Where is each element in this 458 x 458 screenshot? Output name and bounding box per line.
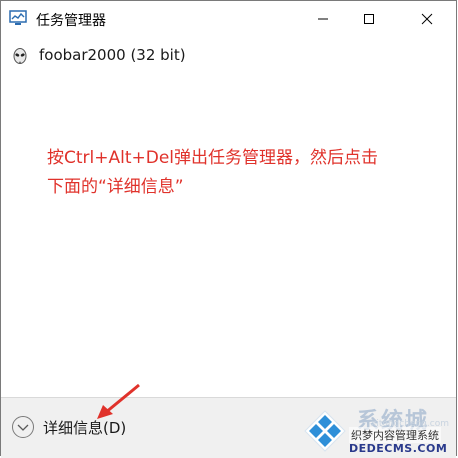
site-watermark: 系统城 xitongcheng.com 织梦内容管理系统 DEDECMS.COM [301, 405, 458, 457]
annotation-line-1: 按Ctrl+Alt+Del弹出任务管理器，然后点击 [47, 148, 379, 168]
minimize-button[interactable] [301, 1, 345, 37]
watermark-cms-text: DEDECMS.COM [349, 442, 448, 455]
window-title: 任务管理器 [36, 13, 106, 29]
process-name: foobar2000 (32 bit) [39, 46, 186, 64]
minimize-icon [318, 18, 328, 20]
maximize-icon [364, 14, 374, 24]
watermark-cn-text: 织梦内容管理系统 [349, 427, 441, 443]
red-pointer-arrow-icon [97, 383, 140, 419]
instruction-annotation: 按Ctrl+Alt+Del弹出任务管理器，然后点击 下面的“详细信息” [47, 144, 427, 202]
maximize-button[interactable] [347, 1, 391, 37]
title-bar[interactable]: 任务管理器 [1, 1, 456, 37]
task-manager-window: 任务管理器 foobar2000 (32 bit) 按Ctrl+Alt+Del弹… [0, 0, 458, 458]
process-list-item[interactable]: foobar2000 (32 bit) [1, 41, 456, 71]
foobar-alien-icon [13, 48, 27, 64]
close-icon [421, 13, 433, 25]
chevron-down-circle-icon [12, 416, 34, 438]
windows-logo-icon [304, 410, 346, 452]
close-button[interactable] [405, 1, 449, 37]
task-manager-icon [9, 10, 27, 25]
annotation-line-2: 下面的“详细信息” [47, 177, 184, 197]
